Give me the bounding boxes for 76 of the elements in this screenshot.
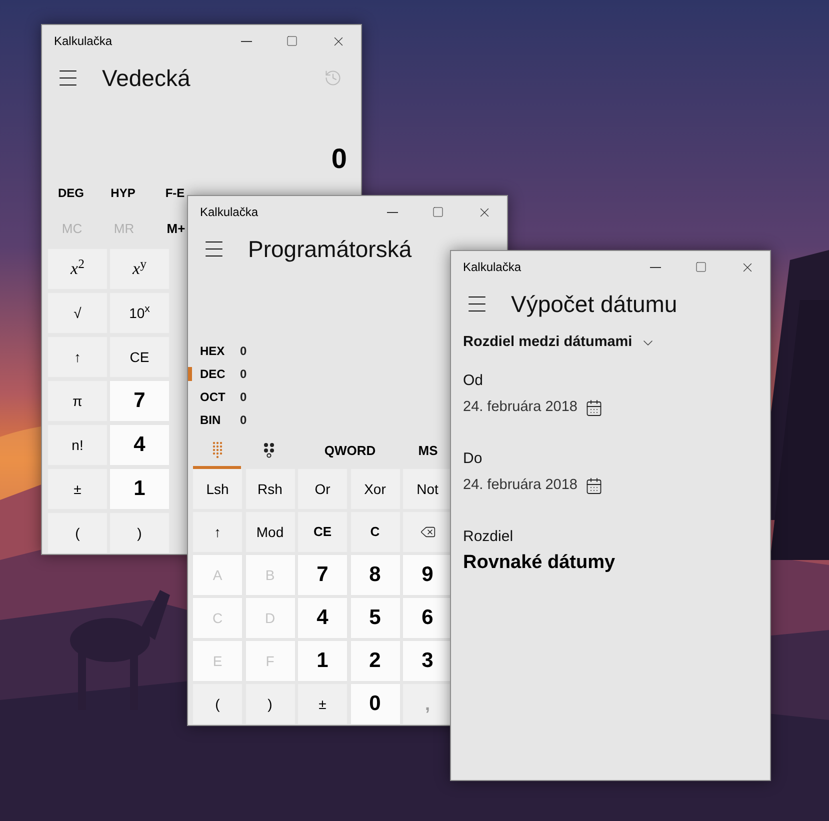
- mode-heading: Programátorská: [248, 234, 412, 264]
- history-icon: [324, 69, 342, 87]
- calculator-key[interactable]: 9: [403, 555, 452, 595]
- calculator-key[interactable]: (: [48, 513, 107, 553]
- angle-mode-button[interactable]: HYP: [110, 184, 136, 202]
- keypad-icon: [212, 440, 222, 458]
- calculator-key[interactable]: ±: [48, 469, 107, 509]
- calculator-key[interactable]: Xor: [350, 469, 400, 509]
- calculator-key[interactable]: Or: [298, 469, 347, 509]
- radix-value: 0: [240, 388, 247, 406]
- calculator-key[interactable]: x$^{y}$: [110, 249, 169, 289]
- calculator-key[interactable]: 4: [110, 425, 169, 465]
- mode-dropdown[interactable]: Rozdiel medzi dátumami: [463, 325, 656, 361]
- calendar-icon: [585, 399, 604, 417]
- backspace-icon: [420, 524, 436, 540]
- maximize-icon: [286, 35, 298, 47]
- window-title: Kalkulačka: [462, 259, 522, 276]
- calculator-key[interactable]: C: [350, 512, 400, 552]
- result-value: Rovnaké dátumy: [463, 550, 616, 575]
- calculator-key[interactable]: Not: [403, 469, 452, 509]
- minimize-icon: [650, 266, 660, 268]
- calculator-key[interactable]: 1: [110, 469, 169, 509]
- display-value: 0: [331, 145, 347, 173]
- calculator-key[interactable]: 5: [350, 598, 400, 638]
- radix-value: 0: [240, 342, 247, 360]
- result-label: Rozdiel: [463, 526, 514, 547]
- mode-heading: Výpočet dátumu: [511, 290, 678, 319]
- calculator-key[interactable]: (: [193, 684, 242, 724]
- window-title: Kalkulačka: [53, 33, 112, 50]
- calculator-key[interactable]: π: [48, 381, 107, 421]
- calculator-key[interactable]: 4: [298, 598, 347, 638]
- calculator-key[interactable]: n!: [48, 425, 107, 465]
- calculator-key[interactable]: CE: [298, 512, 347, 552]
- date-picker[interactable]: 24. februára 2018: [463, 471, 604, 501]
- radix-value: 0: [240, 366, 247, 382]
- mode-heading: Vedecká: [102, 64, 190, 93]
- calculator-key[interactable]: 6: [403, 598, 452, 638]
- field-label: Od: [463, 370, 484, 391]
- calculator-key[interactable]: 3: [403, 641, 452, 681]
- calculator-key[interactable]: 7: [298, 555, 347, 595]
- calculator-key[interactable]: 2: [350, 641, 400, 681]
- calculator-key[interactable]: Lsh: [193, 469, 242, 509]
- calculator-key[interactable]: CE: [110, 337, 169, 377]
- calculator-key[interactable]: √: [48, 293, 107, 333]
- maximize-icon: [695, 261, 707, 273]
- radix-label[interactable]: OCT: [200, 388, 240, 406]
- calculator-key[interactable]: Mod: [246, 512, 294, 552]
- calculator-key[interactable]: x$^{2}$: [48, 249, 107, 289]
- calculator-key[interactable]: ↑: [48, 337, 107, 377]
- window-title: Kalkulačka: [199, 204, 258, 221]
- calculator-key[interactable]: 7: [110, 381, 169, 421]
- radix-label[interactable]: DEC: [200, 364, 240, 382]
- calculator-key[interactable]: ): [246, 684, 294, 724]
- calculator-key[interactable]: Rsh: [246, 469, 294, 509]
- dots-icon: [263, 442, 275, 458]
- date-picker[interactable]: 24. februára 2018: [463, 393, 604, 423]
- calculator-key[interactable]: ±: [298, 684, 347, 724]
- calculator-key[interactable]: ↑: [193, 512, 242, 552]
- minimize-icon: [240, 40, 252, 42]
- calculator-key[interactable]: [403, 512, 452, 552]
- radix-value: 0: [240, 412, 247, 428]
- calculator-key[interactable]: 10$^{x}$: [110, 293, 169, 333]
- angle-mode-button[interactable]: DEG: [58, 184, 84, 202]
- calendar-icon: [585, 477, 604, 495]
- angle-mode-button[interactable]: F-E: [165, 184, 185, 202]
- radix-label[interactable]: BIN: [200, 410, 240, 428]
- calculator-key[interactable]: ): [110, 513, 169, 553]
- radix-label[interactable]: HEX: [200, 342, 240, 360]
- calculator-key[interactable]: 8: [350, 555, 400, 595]
- calculator-key[interactable]: 0: [350, 684, 400, 724]
- field-label: Do: [463, 448, 482, 469]
- calculator-key[interactable]: 1: [298, 641, 347, 681]
- memory-store-button[interactable]: MS: [404, 433, 452, 469]
- memory-button[interactable]: M+: [166, 219, 186, 239]
- maximize-icon: [432, 206, 444, 218]
- word-size-button[interactable]: QWORD: [299, 433, 401, 469]
